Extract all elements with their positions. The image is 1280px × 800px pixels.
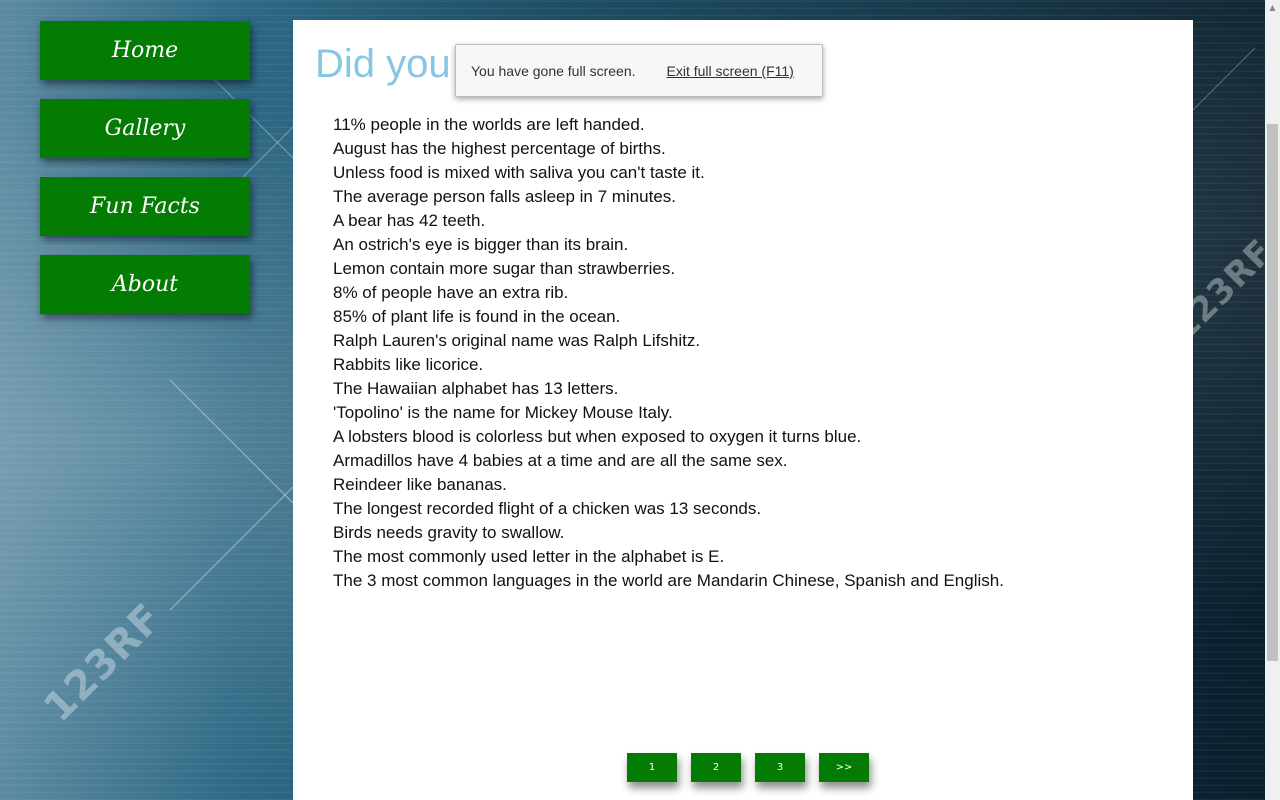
fact-item: The 3 most common languages in the world… bbox=[333, 571, 1004, 590]
sidebar-nav: Home Gallery Fun Facts About bbox=[40, 21, 250, 333]
fact-item: Birds needs gravity to swallow. bbox=[333, 523, 565, 542]
nav-gallery-button[interactable]: Gallery bbox=[40, 99, 250, 158]
fact-item: Ralph Lauren's original name was Ralph L… bbox=[333, 331, 701, 350]
exit-fullscreen-link[interactable]: Exit full screen (F11) bbox=[667, 63, 794, 79]
fact-item: The Hawaiian alphabet has 13 letters. bbox=[333, 379, 619, 398]
fact-item: The most commonly used letter in the alp… bbox=[333, 547, 725, 566]
fact-item: 11% people in the worlds are left handed… bbox=[333, 115, 645, 134]
nav-home-button[interactable]: Home bbox=[40, 21, 250, 80]
next-page-button[interactable]: >> bbox=[819, 753, 869, 782]
content-panel: Did you 11% people in the worlds are lef… bbox=[293, 20, 1193, 800]
fact-item: August has the highest percentage of bir… bbox=[333, 139, 666, 158]
fact-item: Armadillos have 4 babies at a time and a… bbox=[333, 451, 788, 470]
page-1-button[interactable]: 1 bbox=[627, 753, 677, 782]
fact-item: 8% of people have an extra rib. bbox=[333, 283, 569, 302]
fact-item: A bear has 42 teeth. bbox=[333, 211, 486, 230]
fact-item: Unless food is mixed with saliva you can… bbox=[333, 163, 705, 182]
fact-item: Lemon contain more sugar than strawberri… bbox=[333, 259, 676, 278]
scrollbar-thumb[interactable] bbox=[1267, 124, 1278, 661]
fact-item: The average person falls asleep in 7 min… bbox=[333, 187, 677, 206]
fact-item: The longest recorded flight of a chicken… bbox=[333, 499, 762, 518]
scroll-up-arrow-icon[interactable]: ▲ bbox=[1265, 0, 1280, 15]
pagination: 1 2 3 >> bbox=[627, 753, 869, 782]
fact-item: 85% of plant life is found in the ocean. bbox=[333, 307, 621, 326]
nav-fun-facts-button[interactable]: Fun Facts bbox=[40, 177, 250, 236]
facts-list: 11% people in the worlds are left handed… bbox=[333, 113, 1004, 593]
nav-about-button[interactable]: About bbox=[40, 255, 250, 314]
fact-item: A lobsters blood is colorless but when e… bbox=[333, 427, 862, 446]
fact-item: 'Topolino' is the name for Mickey Mouse … bbox=[333, 403, 673, 422]
vertical-scrollbar[interactable]: ▲ bbox=[1265, 0, 1280, 800]
fact-item: An ostrich's eye is bigger than its brai… bbox=[333, 235, 629, 254]
page-2-button[interactable]: 2 bbox=[691, 753, 741, 782]
fact-item: Reindeer like bananas. bbox=[333, 475, 507, 494]
fullscreen-message: You have gone full screen. bbox=[471, 62, 636, 79]
fullscreen-notice: You have gone full screen. Exit full scr… bbox=[455, 44, 823, 97]
fact-item: Rabbits like licorice. bbox=[333, 355, 484, 374]
page-3-button[interactable]: 3 bbox=[755, 753, 805, 782]
page-heading: Did you bbox=[315, 42, 451, 86]
